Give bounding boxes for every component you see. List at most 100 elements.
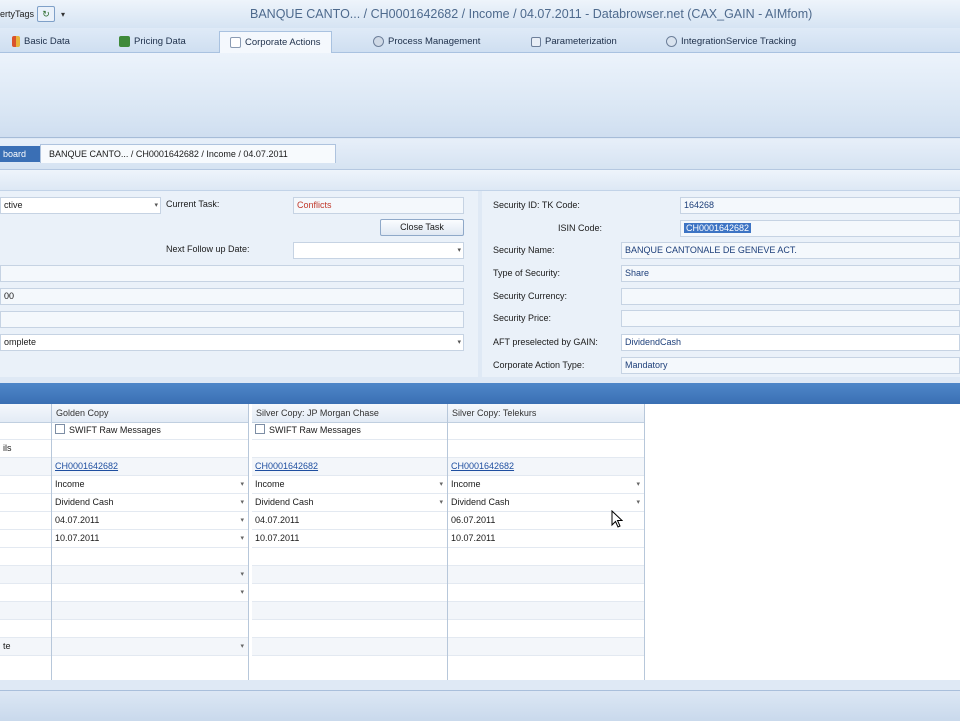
chevron-down-icon: ▾ (636, 481, 640, 488)
action-value: Dividend Cash (451, 497, 510, 507)
close-task-button[interactable]: Close Task (380, 219, 464, 236)
form-field-2[interactable]: 00 (0, 288, 464, 305)
process-management-icon (373, 36, 384, 47)
date1-value: 04.07.2011 (255, 515, 300, 525)
event-select[interactable]: Income ▾ (448, 476, 644, 494)
chevron-down-icon: ▾ (457, 339, 461, 346)
parameterization-icon (531, 36, 541, 47)
form-field-3[interactable] (0, 311, 464, 328)
chevron-down-icon: ▾ (439, 481, 443, 488)
type-value: Share (625, 268, 650, 278)
isin-link[interactable]: CH0001642682 (252, 458, 447, 476)
table-row[interactable]: ▾ (52, 638, 248, 656)
table-row (448, 440, 644, 458)
sub-toolbar (0, 170, 960, 191)
row-label-column: ils te (0, 404, 52, 680)
tab-pricing-data[interactable]: Pricing Data (119, 32, 186, 51)
status-value: ctive (4, 200, 23, 210)
security-name-field: BANQUE CANTONALE DE GENEVE ACT. (621, 242, 960, 259)
date1-picker[interactable]: 04.07.2011 ▾ (52, 512, 248, 530)
document-tab[interactable]: BANQUE CANTO... / CH0001642682 / Income … (40, 144, 336, 163)
type-field: Share (621, 265, 960, 282)
title-bar: ertyTags ↻ ▾ BANQUE CANTO... / CH0001642… (0, 0, 960, 29)
isin-link[interactable]: CH0001642682 (52, 458, 248, 476)
ca-type-field: Mandatory (621, 357, 960, 374)
window-title: BANQUE CANTO... / CH0001642682 / Income … (250, 7, 813, 21)
tab-label: Parameterization (545, 36, 617, 47)
refresh-icon[interactable]: ↻ (37, 6, 56, 22)
form-field-1[interactable] (0, 265, 464, 282)
tab-process-management[interactable]: Process Management (373, 32, 480, 51)
action-select[interactable]: Dividend Cash ▾ (52, 494, 248, 512)
security-id-label: Security ID: TK Code: (493, 200, 580, 210)
tab-basic-data[interactable]: Basic Data (12, 32, 70, 51)
date1-value: 04.07.2011 (55, 515, 100, 525)
isin-link[interactable]: CH0001642682 (448, 458, 644, 476)
quick-access-toolbar: ertyTags ↻ ▾ (0, 6, 68, 22)
row-label (0, 584, 51, 602)
row-label (0, 494, 51, 512)
action-select[interactable]: Dividend Cash ▾ (252, 494, 447, 512)
next-followup-date-picker[interactable]: ▾ (293, 242, 464, 259)
date2-picker[interactable]: 10.07.2011 (252, 530, 447, 548)
tab-label: IntegrationService Tracking (681, 36, 797, 47)
chevron-down-icon[interactable]: ▾ (58, 10, 68, 19)
chevron-down-icon: ▾ (240, 643, 244, 650)
currency-field (621, 288, 960, 305)
checkbox-icon (55, 424, 65, 434)
tab-parameterization[interactable]: Parameterization (531, 32, 617, 51)
date1-picker[interactable]: 04.07.2011 (252, 512, 447, 530)
price-field (621, 310, 960, 327)
isin-label: ISIN Code: (558, 223, 603, 233)
table-row (448, 620, 644, 638)
status-bar (0, 690, 960, 721)
basic-data-icon (12, 36, 20, 47)
tab-label: Pricing Data (134, 36, 186, 47)
table-row[interactable]: ▾ (52, 584, 248, 602)
row-label (0, 530, 51, 548)
row-label (0, 512, 51, 530)
ca-type-label: Corporate Action Type: (493, 360, 585, 370)
checkbox-icon (255, 424, 265, 434)
ribbon-panel (0, 53, 960, 138)
quick-access-label: ertyTags (0, 9, 35, 19)
isin-link-text: CH0001642682 (451, 461, 515, 471)
event-select[interactable]: Income ▾ (252, 476, 447, 494)
table-row (252, 620, 447, 638)
security-name-value: BANQUE CANTONALE DE GENEVE ACT. (625, 245, 797, 255)
table-row (52, 602, 248, 620)
table-row[interactable]: ▾ (52, 566, 248, 584)
swift-label: SWIFT Raw Messages (269, 425, 361, 435)
tab-integration-service-tracking[interactable]: IntegrationService Tracking (666, 32, 796, 51)
swift-raw-messages-checkbox[interactable]: SWIFT Raw Messages (252, 422, 447, 440)
price-label: Security Price: (493, 313, 552, 323)
chevron-down-icon: ▾ (240, 517, 244, 524)
table-row (448, 422, 644, 440)
row-label (0, 476, 51, 494)
security-panel: Security ID: TK Code: 164268 ISIN Code: … (482, 191, 960, 377)
event-select[interactable]: Income ▾ (52, 476, 248, 494)
status-select[interactable]: ctive ▾ (0, 197, 161, 214)
date2-value: 10.07.2011 (255, 533, 300, 543)
column-header: Silver Copy: JP Morgan Chase (252, 404, 447, 423)
action-value: Dividend Cash (255, 497, 314, 507)
tab-label: Process Management (388, 36, 481, 47)
swift-raw-messages-checkbox[interactable]: SWIFT Raw Messages (52, 422, 248, 440)
table-row (252, 440, 447, 458)
table-row (252, 566, 447, 584)
jpmorgan-column: Silver Copy: JP Morgan Chase SWIFT Raw M… (252, 404, 448, 680)
golden-copy-column: Golden Copy SWIFT Raw Messages CH0001642… (52, 404, 249, 680)
form-field-2-value: 00 (4, 291, 15, 301)
chevron-down-icon: ▾ (636, 499, 640, 506)
date2-picker[interactable]: 10.07.2011 ▾ (52, 530, 248, 548)
tab-corporate-actions[interactable]: Corporate Actions (219, 31, 332, 53)
date2-picker[interactable]: 10.07.2011 (448, 530, 644, 548)
event-value: Income (255, 479, 285, 489)
isin-field[interactable]: CH0001642682 (680, 220, 960, 237)
dashboard-tab[interactable]: board (0, 146, 41, 162)
section-divider (0, 383, 960, 404)
chevron-down-icon: ▾ (154, 202, 158, 209)
event-value: Income (451, 479, 481, 489)
type-label: Type of Security: (493, 268, 561, 278)
completion-select[interactable]: omplete ▾ (0, 334, 464, 351)
